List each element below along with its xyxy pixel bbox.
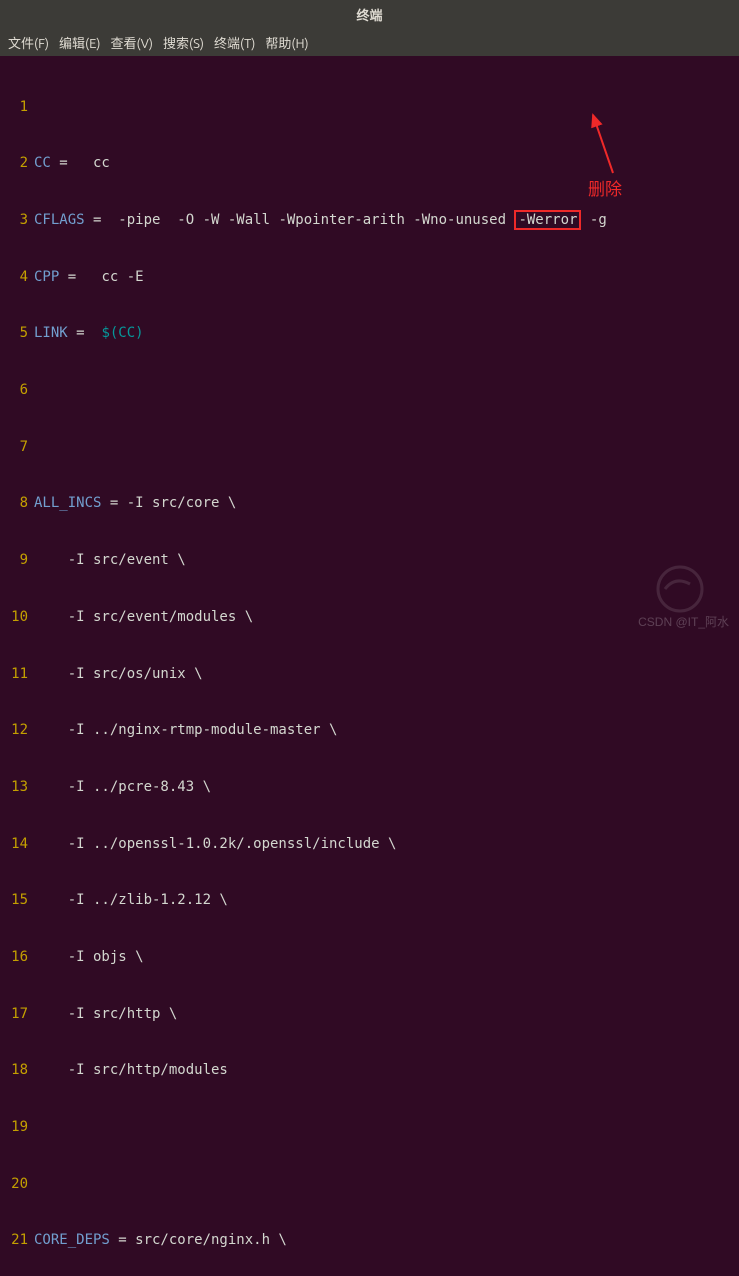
code-line: LINK = $(CC) xyxy=(34,324,739,343)
line-number: 10 xyxy=(0,608,34,627)
code-line: CC = cc xyxy=(34,154,739,173)
line-number: 11 xyxy=(0,665,34,684)
code-line: -I ../pcre-8.43 \ xyxy=(34,778,739,797)
line-number: 19 xyxy=(0,1118,34,1137)
code-line: CPP = cc -E xyxy=(34,268,739,287)
window-title-bar: 终端 xyxy=(0,0,739,29)
line-number: 16 xyxy=(0,948,34,967)
code-line: -I ../zlib-1.2.12 \ xyxy=(34,891,739,910)
menu-terminal[interactable]: 终端(T) xyxy=(214,33,255,52)
code-line xyxy=(34,1118,739,1137)
line-number: 9 xyxy=(0,551,34,570)
line-number: 4 xyxy=(0,268,34,287)
menu-view[interactable]: 查看(V) xyxy=(111,33,153,52)
line-number: 12 xyxy=(0,721,34,740)
code-line: ALL_INCS = -I src/core \ xyxy=(34,494,739,513)
window-title: 终端 xyxy=(356,9,382,23)
line-number: 8 xyxy=(0,494,34,513)
menu-search[interactable]: 搜索(S) xyxy=(163,33,204,52)
code-line: -I src/http \ xyxy=(34,1005,739,1024)
menu-bar: 文件(F) 编辑(E) 查看(V) 搜索(S) 终端(T) 帮助(H) xyxy=(0,29,739,56)
code-line: -I src/os/unix \ xyxy=(34,665,739,684)
code-line: CORE_DEPS = src/core/nginx.h \ xyxy=(34,1231,739,1250)
code-line: -I ../nginx-rtmp-module-master \ xyxy=(34,721,739,740)
highlighted-flag: -Werror xyxy=(514,210,581,230)
menu-edit[interactable]: 编辑(E) xyxy=(59,33,100,52)
line-number: 20 xyxy=(0,1175,34,1194)
line-number: 13 xyxy=(0,778,34,797)
line-number: 7 xyxy=(0,438,34,457)
code-line: -I src/event \ xyxy=(34,551,739,570)
menu-file[interactable]: 文件(F) xyxy=(8,33,49,52)
line-number: 18 xyxy=(0,1061,34,1080)
line-number: 21 xyxy=(0,1231,34,1250)
menu-help[interactable]: 帮助(H) xyxy=(265,33,308,52)
line-number: 6 xyxy=(0,381,34,400)
line-number: 15 xyxy=(0,891,34,910)
line-number: 2 xyxy=(0,154,34,173)
line-number: 17 xyxy=(0,1005,34,1024)
code-line xyxy=(34,438,739,457)
code-line: -I ../openssl-1.0.2k/.openssl/include \ xyxy=(34,835,739,854)
line-number: 1 xyxy=(0,98,34,117)
line-number: 3 xyxy=(0,211,34,230)
line-number: 5 xyxy=(0,324,34,343)
code-line xyxy=(34,98,739,117)
code-line xyxy=(34,1175,739,1194)
code-line: -I src/http/modules xyxy=(34,1061,739,1080)
line-number: 14 xyxy=(0,835,34,854)
code-line: -I objs \ xyxy=(34,948,739,967)
editor-area[interactable]: 1 2CC = cc 3CFLAGS = -pipe -O -W -Wall -… xyxy=(0,56,739,1276)
code-line xyxy=(34,381,739,400)
code-line: CFLAGS = -pipe -O -W -Wall -Wpointer-ari… xyxy=(34,211,739,230)
code-line: -I src/event/modules \ xyxy=(34,608,739,627)
